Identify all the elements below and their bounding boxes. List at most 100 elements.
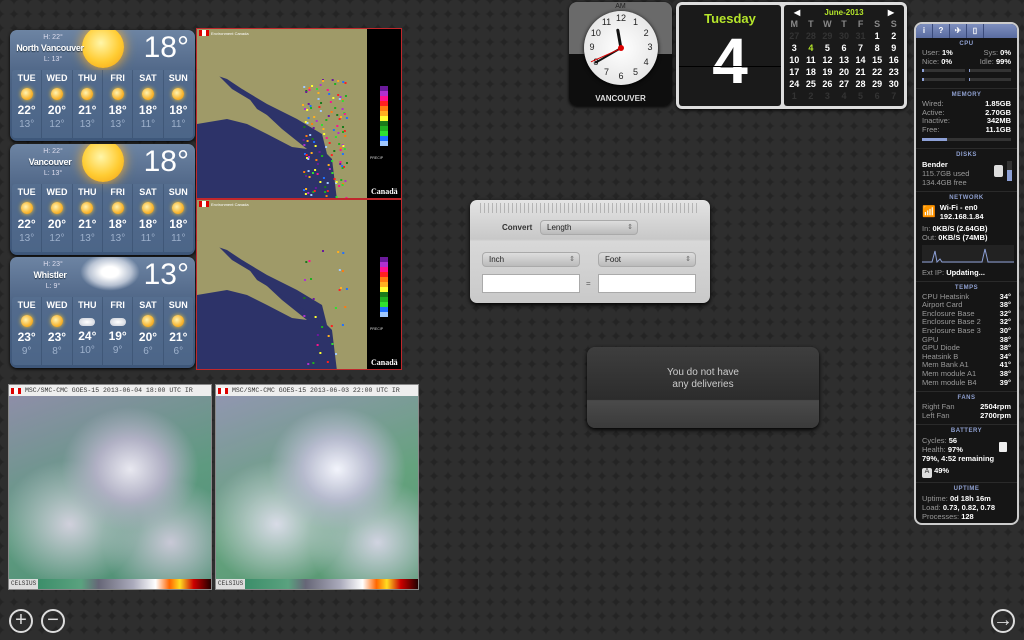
calendar-day[interactable]: 16 xyxy=(885,55,902,65)
temperature-row: Mem module B4 39° xyxy=(922,378,1011,388)
precip-echo xyxy=(345,162,348,164)
calendar-day[interactable]: 19 xyxy=(819,67,836,77)
calendar-day[interactable]: 20 xyxy=(836,67,853,77)
memory-section: MEMORY Wired: 1.85GB Active: 2.70GB Inactive… xyxy=(916,89,1017,149)
prev-month-button[interactable]: ◀ xyxy=(794,8,800,17)
calendar-day[interactable]: 27 xyxy=(836,79,853,89)
calendar-day[interactable]: 21 xyxy=(852,67,869,77)
clock-numeral: 2 xyxy=(643,27,649,38)
satellite-title: MSC/SMC-CMC GOES-15 2013-06-04 18:00 UTC… xyxy=(25,387,193,394)
calendar-day[interactable]: 22 xyxy=(869,67,886,77)
calendar-day[interactable]: 29 xyxy=(869,79,886,89)
precip-echo xyxy=(321,155,324,157)
calendar-day[interactable]: 7 xyxy=(852,43,869,53)
calendar-day[interactable]: 29 xyxy=(819,31,836,41)
calendar-day[interactable]: 28 xyxy=(803,31,820,41)
partly-sunny-icon xyxy=(20,88,33,100)
precip-echo xyxy=(325,119,328,121)
precip-echo xyxy=(305,261,308,263)
calendar-day[interactable]: 4 xyxy=(803,43,820,53)
calendar-day[interactable]: 9 xyxy=(885,43,902,53)
calendar-day[interactable]: 1 xyxy=(869,31,886,41)
calendar-day[interactable]: 17 xyxy=(786,67,803,77)
calendar-day[interactable]: 11 xyxy=(803,55,820,65)
weather-widget-vancouver[interactable]: H: 22° Vancouver L: 13° 18° TUE 22° 13° WED 20° 1… xyxy=(10,144,195,255)
device-tab-icon[interactable]: ▯ xyxy=(967,24,984,38)
calendar-day[interactable]: 28 xyxy=(852,79,869,89)
calendar-day[interactable]: 23 xyxy=(885,67,902,77)
calendar-day[interactable]: 10 xyxy=(786,55,803,65)
calendar-day[interactable]: 26 xyxy=(819,79,836,89)
day-low: 9° xyxy=(21,346,32,357)
day-name: SUN xyxy=(168,300,188,310)
category-select[interactable]: Length xyxy=(540,220,638,235)
precip-echo xyxy=(303,189,306,191)
precip-echo xyxy=(315,120,318,122)
precip-echo xyxy=(326,89,329,91)
precip-echo xyxy=(319,181,322,183)
current-temperature: 18° xyxy=(143,31,189,64)
precip-echo xyxy=(308,176,311,178)
precip-echo xyxy=(341,153,344,155)
scale-label: CELSIUS xyxy=(9,579,39,589)
remove-widget-button[interactable]: − xyxy=(41,609,65,633)
to-unit-select[interactable]: Foot xyxy=(598,252,696,267)
calendar-day[interactable]: 5 xyxy=(852,91,869,101)
next-month-button[interactable]: ▶ xyxy=(888,8,894,17)
calendar-day[interactable]: 15 xyxy=(869,55,886,65)
network-tab-icon[interactable]: ✈ xyxy=(950,24,967,38)
precip-echo xyxy=(310,107,313,109)
calendar-day[interactable]: 31 xyxy=(852,31,869,41)
calendar-day[interactable]: 14 xyxy=(852,55,869,65)
calendar-day[interactable]: 8 xyxy=(869,43,886,53)
calendar-day[interactable]: 25 xyxy=(803,79,820,89)
weather-widget-north-vancouver[interactable]: H: 22° North Vancouver L: 13° 18° TUE 22° 13° W… xyxy=(10,30,195,141)
temps-section: TEMPS CPU Heatsink 34° Airport Card 38° Enclo… xyxy=(916,282,1017,393)
calendar-day[interactable]: 27 xyxy=(786,31,803,41)
to-value-input[interactable] xyxy=(598,274,696,293)
radar-map-image xyxy=(197,200,367,369)
cpu-nice: 0% xyxy=(941,56,953,66)
satellite-image-2[interactable]: MSC/SMC-CMC GOES-15 2013-06-03 22:00 UTC… xyxy=(215,384,419,590)
calendar-day[interactable]: 30 xyxy=(836,31,853,41)
calendar-day[interactable]: 3 xyxy=(819,91,836,101)
calendar-day[interactable]: 3 xyxy=(786,43,803,53)
precip-echo xyxy=(311,85,314,87)
forecast-day: SUN 18° 11° xyxy=(164,70,193,138)
label: Processes: xyxy=(922,512,960,522)
precip-echo xyxy=(315,159,318,161)
calendar-day[interactable]: 6 xyxy=(836,43,853,53)
calendar-widget[interactable]: Tuesday 4 ◀ June-2013 ▶ M T W T F S S 27 28 29 30 31 1… xyxy=(676,2,907,109)
calendar-day[interactable]: 18 xyxy=(803,67,820,77)
deliveries-widget[interactable]: You do not have any deliveries xyxy=(587,347,819,428)
from-value-input[interactable] xyxy=(482,274,580,293)
radar-header: Environment Canada xyxy=(199,201,249,207)
calendar-day[interactable]: 2 xyxy=(803,91,820,101)
weekday-header: S xyxy=(874,19,881,29)
next-space-arrow-icon[interactable]: → xyxy=(991,609,1015,633)
help-tab-icon[interactable]: ? xyxy=(933,24,950,38)
world-clock-widget[interactable]: AM 123456789101112 VANCOUVER xyxy=(569,2,672,106)
deliveries-message-line2: any deliveries xyxy=(672,379,734,390)
calendar-day[interactable]: 30 xyxy=(885,79,902,89)
radar-map-1[interactable]: Environment Canada PRECIP Canadä xyxy=(196,28,402,199)
day-low: 8° xyxy=(52,346,62,357)
satellite-image-1[interactable]: MSC/SMC-CMC GOES-15 2013-06-04 18:00 UTC… xyxy=(8,384,212,590)
from-unit-select[interactable]: Inch xyxy=(482,252,580,267)
calendar-day[interactable]: 12 xyxy=(819,55,836,65)
calendar-day[interactable]: 4 xyxy=(836,91,853,101)
calendar-day[interactable]: 13 xyxy=(836,55,853,65)
calendar-day[interactable]: 5 xyxy=(819,43,836,53)
precip-echo xyxy=(341,165,344,167)
info-tab-icon[interactable]: i xyxy=(916,24,933,38)
calendar-day[interactable]: 6 xyxy=(869,91,886,101)
calendar-day[interactable]: 1 xyxy=(786,91,803,101)
radar-legend: PRECIP Canadä xyxy=(368,29,401,198)
calendar-day[interactable]: 7 xyxy=(885,91,902,101)
weather-widget-whistler[interactable]: H: 23° Whistler L: 9° 13° TUE 23° 9° WED 23° 8° TH… xyxy=(10,257,195,368)
calendar-day[interactable]: 2 xyxy=(885,31,902,41)
radar-map-2[interactable]: Environment Canada PRECIP Canadä xyxy=(196,199,402,370)
calendar-day[interactable]: 24 xyxy=(786,79,803,89)
add-widget-button[interactable]: + xyxy=(9,609,33,633)
agency-name: Environment Canada xyxy=(211,201,249,207)
